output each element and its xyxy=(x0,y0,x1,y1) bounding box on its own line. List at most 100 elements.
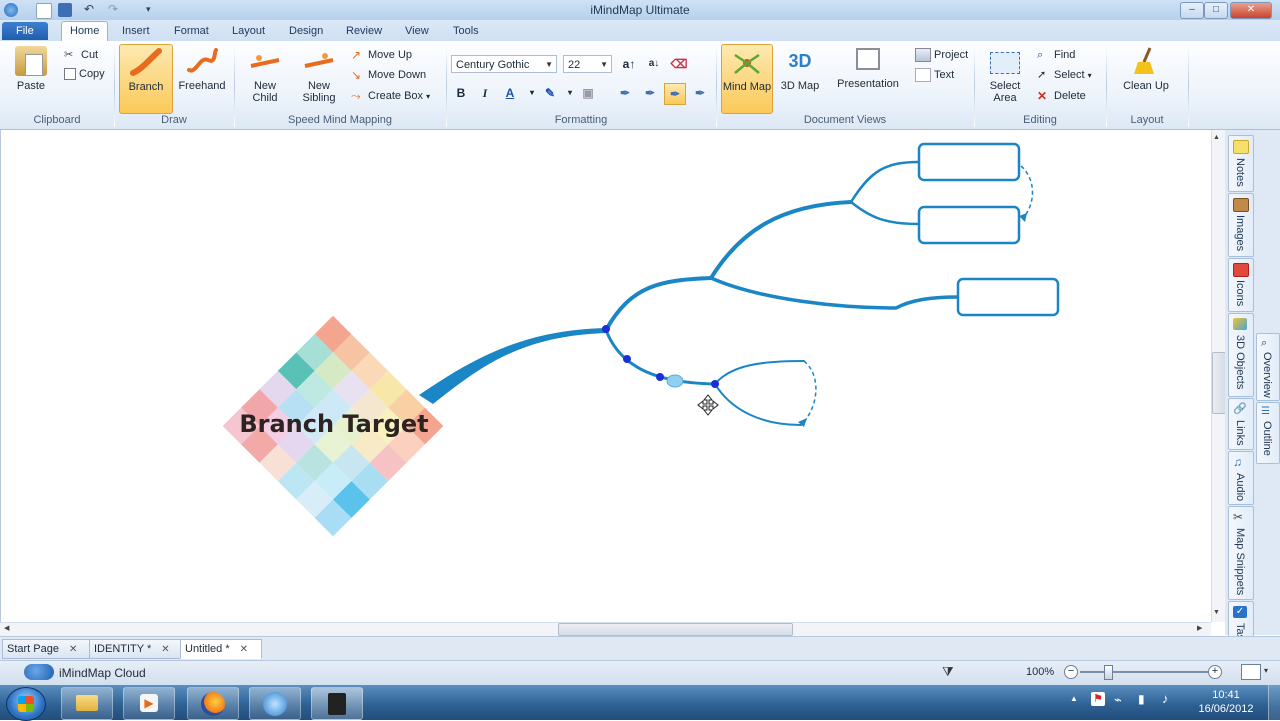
taskbar-recorder[interactable] xyxy=(311,687,363,720)
flag-icon[interactable]: ⚑ xyxy=(1091,692,1105,706)
sidebar-tab-audio[interactable]: ♫ Audio xyxy=(1228,451,1254,505)
move-up-button[interactable]: ↗ Move Up xyxy=(351,46,412,64)
zoom-out-icon[interactable]: − xyxy=(1064,665,1078,679)
vertical-scroll-thumb[interactable] xyxy=(1212,352,1226,414)
main-branch[interactable] xyxy=(419,328,606,404)
horizontal-scroll-thumb[interactable] xyxy=(558,623,793,636)
text-view-button[interactable]: Text xyxy=(915,66,954,84)
topic-box-empty[interactable] xyxy=(917,142,1021,182)
chevron-down-icon[interactable]: ▾ xyxy=(522,83,542,103)
cloud-icon[interactable] xyxy=(24,664,54,680)
close-tab-icon[interactable]: ✕ xyxy=(161,644,169,655)
tab-tools[interactable]: Tools xyxy=(445,22,487,40)
filter-icon[interactable]: ⧩ xyxy=(942,664,954,680)
minimize-button[interactable]: – xyxy=(1180,2,1204,19)
branch-handle[interactable] xyxy=(656,373,664,381)
copy-button[interactable]: Copy xyxy=(64,65,105,83)
grow-font-icon[interactable]: a↑ xyxy=(619,54,639,74)
sub-branch-upper-right[interactable] xyxy=(709,200,853,280)
branch-handle[interactable] xyxy=(623,355,631,363)
sidebar-tab-overview[interactable]: ⌕ Overview xyxy=(1256,333,1280,401)
font-size-select[interactable]: 22 ▼ xyxy=(563,55,612,73)
cut-button[interactable]: ✂ Cut xyxy=(64,46,98,64)
scroll-right-icon[interactable]: ▶ xyxy=(1197,624,1202,632)
sidebar-tab-outline[interactable]: ☰ Outline xyxy=(1256,402,1280,464)
pen-style-active-icon[interactable]: ✒ xyxy=(664,83,686,105)
tab-layout[interactable]: Layout xyxy=(224,22,273,40)
doc-tab-identity[interactable]: IDENTITY * ✕ xyxy=(89,639,181,659)
taskbar-explorer[interactable] xyxy=(61,687,113,720)
doc-tab-untitled[interactable]: Untitled * ✕ xyxy=(180,639,262,659)
branch-handle[interactable] xyxy=(711,380,719,388)
tab-review[interactable]: Review xyxy=(338,22,390,40)
topic-box-empty[interactable] xyxy=(956,277,1060,317)
close-tab-icon[interactable]: ✕ xyxy=(69,644,77,655)
maximize-button[interactable]: □ xyxy=(1204,2,1228,19)
doc-tab-start-page[interactable]: Start Page ✕ xyxy=(2,639,90,659)
taskbar-clock[interactable]: 10:41 16/06/2012 xyxy=(1192,688,1260,716)
power-icon[interactable]: ⌁ xyxy=(1114,692,1122,708)
sidebar-tab-icons[interactable]: Icons xyxy=(1228,258,1254,312)
start-button[interactable] xyxy=(6,687,46,721)
branch-handle[interactable] xyxy=(602,325,610,333)
sidebar-tab-images[interactable]: Images xyxy=(1228,193,1254,257)
tab-insert[interactable]: Insert xyxy=(114,22,158,40)
sidebar-tab-3d-objects[interactable]: 3D Objects xyxy=(1228,313,1254,397)
sub-branch-top[interactable] xyxy=(849,160,921,204)
sub-branch-middle[interactable] xyxy=(709,276,960,310)
topic-box-empty[interactable] xyxy=(917,205,1021,245)
tab-home[interactable]: Home xyxy=(61,21,109,42)
bold-button[interactable]: B xyxy=(451,83,471,103)
create-box-button[interactable]: ⤳ Create Box ▾ xyxy=(351,87,430,105)
freehand-button[interactable]: Freehand xyxy=(176,44,228,112)
volume-icon[interactable]: ♪ xyxy=(1162,691,1169,706)
taskbar-media-player[interactable]: ▶ xyxy=(123,687,175,720)
pen-style-icon[interactable]: ✒ xyxy=(640,83,660,103)
mind-map-view-button[interactable]: Mind Map xyxy=(721,44,773,114)
select-area-button[interactable]: Select Area xyxy=(980,44,1030,112)
zoom-slider-track[interactable] xyxy=(1080,671,1208,673)
tray-expand-icon[interactable]: ▲ xyxy=(1070,694,1078,703)
branch-color-icon[interactable]: ✎ xyxy=(540,83,560,103)
sidebar-tab-map-snippets[interactable]: ✂ Map Snippets xyxy=(1228,506,1254,600)
mind-map-canvas[interactable]: Branch Target xyxy=(0,130,1212,622)
italic-button[interactable]: I xyxy=(475,83,495,103)
paste-button[interactable]: Paste xyxy=(8,44,54,112)
new-child-button[interactable]: New Child xyxy=(240,44,290,112)
font-color-button[interactable]: A xyxy=(500,83,520,103)
sidebar-tab-notes[interactable]: Notes xyxy=(1228,135,1254,192)
tab-view[interactable]: View xyxy=(397,22,437,40)
branch-midpoint-handle[interactable] xyxy=(666,374,684,388)
mind-map-svg[interactable] xyxy=(1,130,1212,622)
pen-style-icon[interactable]: ✒ xyxy=(690,83,710,103)
close-tab-icon[interactable]: ✕ xyxy=(240,644,248,655)
sidebar-tab-links[interactable]: 🔗 Links xyxy=(1228,398,1254,450)
zoom-in-icon[interactable]: + xyxy=(1208,665,1222,679)
branch-button[interactable]: Branch xyxy=(119,44,173,114)
relationship-arrow-loop[interactable] xyxy=(802,360,817,424)
scroll-up-icon[interactable]: ▲ xyxy=(1213,134,1220,141)
3d-map-view-button[interactable]: 3D 3D Map xyxy=(776,44,824,112)
chevron-down-icon[interactable]: ▾ xyxy=(1264,666,1268,675)
move-down-button[interactable]: ↘ Move Down xyxy=(351,66,426,84)
scroll-left-icon[interactable]: ◀ xyxy=(4,624,9,632)
presentation-view-button[interactable]: Presentation xyxy=(834,44,902,112)
zoom-slider-thumb[interactable] xyxy=(1104,665,1113,680)
close-button[interactable]: ✕ xyxy=(1230,2,1272,19)
taskbar-imindmap[interactable] xyxy=(249,687,301,720)
clear-format-icon[interactable]: ⌫ xyxy=(669,54,689,74)
delete-button[interactable]: ✕ Delete xyxy=(1037,87,1086,105)
cloud-label[interactable]: iMindMap Cloud xyxy=(59,666,146,680)
sub-branch-second[interactable] xyxy=(849,200,921,226)
tab-format[interactable]: Format xyxy=(166,22,217,40)
sub-branch-upper[interactable] xyxy=(604,276,713,332)
project-view-button[interactable]: Project xyxy=(915,46,968,64)
relationship-arrow-top[interactable] xyxy=(1020,165,1034,219)
fill-color-icon[interactable]: ▣ xyxy=(578,83,598,103)
central-topic-label[interactable]: Branch Target xyxy=(221,410,447,438)
show-desktop-button[interactable] xyxy=(1268,685,1280,720)
loop-branch-top[interactable] xyxy=(714,360,805,385)
select-button[interactable]: ➚ Select ▾ xyxy=(1037,66,1092,84)
fit-view-icon[interactable] xyxy=(1241,664,1261,680)
loop-branch-bottom[interactable] xyxy=(714,383,802,426)
